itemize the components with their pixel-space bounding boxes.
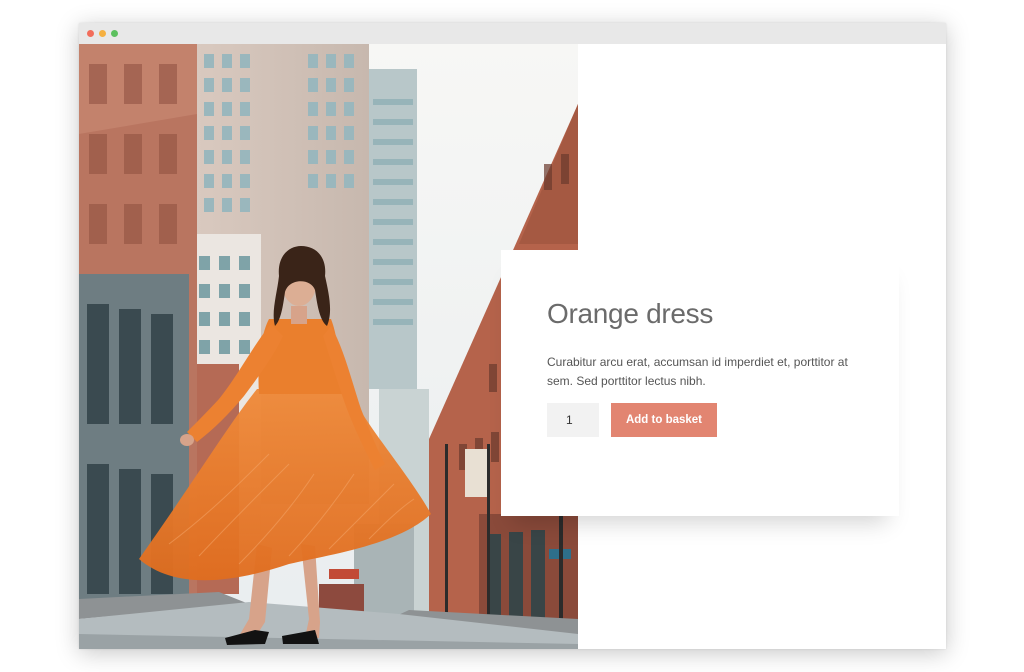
product-description: Curabitur arcu erat, accumsan id imperdi… xyxy=(547,355,848,388)
quantity-input[interactable] xyxy=(547,403,599,437)
add-to-basket-button[interactable]: Add to basket xyxy=(611,403,717,437)
close-window-icon[interactable] xyxy=(87,30,94,37)
browser-titlebar xyxy=(79,23,946,44)
product-title: Orange dress xyxy=(547,298,714,329)
page-viewport: Orange dress Curabitur arcu erat, accums… xyxy=(79,44,946,649)
minimize-window-icon[interactable] xyxy=(99,30,106,37)
product-summary-card: Orange dress Curabitur arcu erat, accums… xyxy=(501,250,899,516)
maximize-window-icon[interactable] xyxy=(111,30,118,37)
browser-window: Orange dress Curabitur arcu erat, accums… xyxy=(79,23,946,649)
